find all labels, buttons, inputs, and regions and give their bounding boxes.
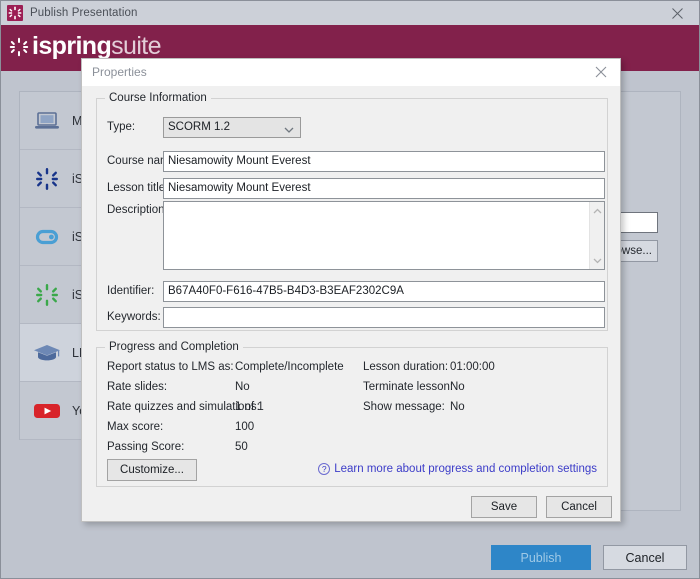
rate-quizzes-value: 1 of 1 (235, 401, 264, 413)
type-label: Type: (107, 121, 136, 133)
close-icon[interactable] (655, 1, 699, 25)
chevron-down-icon (284, 122, 294, 141)
description-label: Description: (107, 204, 168, 216)
customize-button[interactable]: Customize... (107, 459, 197, 481)
infinity-loop-icon (32, 222, 62, 252)
identifier-label: Identifier: (107, 285, 155, 297)
ispring-starburst-icon (7, 5, 23, 21)
terminate-lesson-label: Terminate lesson: (363, 381, 454, 393)
learn-more-label: Learn more about progress and completion… (334, 463, 597, 475)
question-mark-icon: ? (318, 463, 331, 475)
max-score-label: Max score: (107, 421, 164, 433)
lesson-title-label: Lesson title: (107, 182, 169, 194)
description-scrollbar[interactable] (589, 202, 604, 269)
learn-more-link[interactable]: ? Learn more about progress and completi… (318, 463, 597, 475)
ispring-starburst-green-icon (32, 280, 62, 310)
passing-score-label: Passing Score: (107, 441, 185, 453)
keywords-input[interactable] (163, 307, 605, 328)
max-score-value: 100 (235, 421, 255, 433)
graduation-cap-icon (32, 338, 62, 368)
laptop-icon (32, 106, 62, 136)
window-titlebar: Publish Presentation (1, 1, 699, 25)
chevron-up-icon[interactable] (590, 203, 605, 218)
dialog-title: Properties (92, 65, 147, 79)
keywords-label: Keywords: (107, 311, 161, 323)
rate-slides-value: No (235, 381, 250, 393)
lesson-duration-value: 01:00:00 (450, 361, 495, 373)
publish-button[interactable]: Publish (491, 545, 591, 570)
dialog-titlebar: Properties (82, 59, 620, 86)
properties-dialog: Properties Course Information Type: SCOR… (81, 58, 621, 522)
save-button[interactable]: Save (471, 496, 537, 518)
progress-completion-group: Progress and Completion Report status to… (96, 341, 608, 487)
passing-score-value: 50 (235, 441, 248, 453)
ispring-suite-logo: ispringsuite (9, 32, 162, 60)
window-title: Publish Presentation (30, 7, 138, 19)
chevron-down-icon[interactable] (590, 253, 605, 268)
starburst-icon (9, 37, 29, 57)
brand-name-bold: ispring (32, 32, 112, 60)
progress-completion-legend: Progress and Completion (105, 341, 243, 353)
type-select-value: SCORM 1.2 (168, 121, 230, 133)
youtube-icon (32, 396, 62, 426)
show-message-label: Show message: (363, 401, 445, 413)
report-status-value: Complete/Incomplete (235, 361, 344, 373)
ispring-starburst-blue-icon (32, 164, 62, 194)
course-name-input[interactable]: Niesamowity Mount Everest (163, 151, 605, 172)
description-textarea[interactable] (163, 201, 605, 270)
show-message-value: No (450, 401, 465, 413)
rate-slides-label: Rate slides: (107, 381, 168, 393)
course-information-legend: Course Information (105, 92, 211, 104)
report-status-label: Report status to LMS as: (107, 361, 234, 373)
lesson-title-input[interactable]: Niesamowity Mount Everest (163, 178, 605, 199)
course-information-group: Course Information Type: SCORM 1.2 Cours… (96, 92, 608, 331)
lesson-duration-label: Lesson duration: (363, 361, 449, 373)
publish-presentation-window: Publish Presentation ispringsuite Browse… (0, 0, 700, 579)
type-select[interactable]: SCORM 1.2 (163, 117, 301, 138)
close-icon[interactable] (590, 62, 612, 82)
bottom-action-bar: Publish Cancel (1, 534, 699, 578)
terminate-lesson-value: No (450, 381, 465, 393)
dialog-cancel-button[interactable]: Cancel (546, 496, 612, 518)
brand-name-light: suite (111, 32, 161, 60)
identifier-input[interactable]: B67A40F0-F616-47B5-B4D3-B3EAF2302C9A (163, 281, 605, 302)
cancel-button[interactable]: Cancel (603, 545, 687, 570)
